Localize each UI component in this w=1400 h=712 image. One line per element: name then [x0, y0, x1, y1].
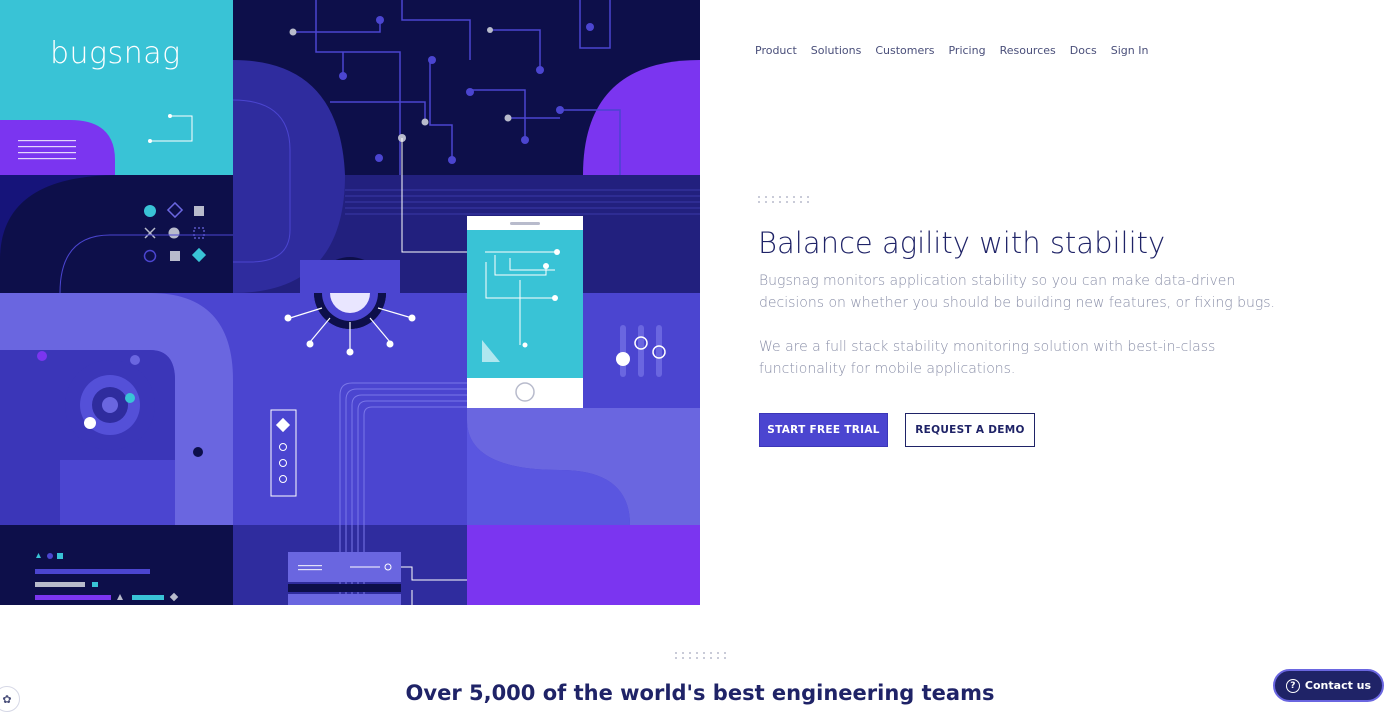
- nav-item-solutions[interactable]: Solutions: [811, 44, 862, 57]
- nav-item-resources[interactable]: Resources: [1000, 44, 1056, 57]
- nav-item-docs[interactable]: Docs: [1070, 44, 1097, 57]
- request-demo-button[interactable]: REQUEST A DEMO: [905, 413, 1035, 447]
- main-nav: Product Solutions Customers Pricing Reso…: [755, 44, 1162, 57]
- hero-description-secondary: We are a full stack stability monitoring…: [759, 339, 1216, 377]
- nav-item-customers[interactable]: Customers: [875, 44, 934, 57]
- hero-illustration: [0, 0, 700, 605]
- contact-us-label: Contact us: [1304, 679, 1372, 692]
- nav-item-sign-in[interactable]: Sign In: [1111, 44, 1149, 57]
- dot-pattern-decoration: [758, 196, 811, 203]
- contact-us-button[interactable]: ? Contact us: [1273, 669, 1384, 702]
- hero-headline: Balance agility with stability: [758, 226, 1166, 260]
- accessibility-widget-icon[interactable]: ✿: [0, 686, 20, 712]
- bugsnag-logo[interactable]: bugsnag: [50, 36, 181, 71]
- social-proof-heading: Over 5,000 of the world's best engineeri…: [405, 681, 995, 705]
- question-circle-icon: ?: [1285, 678, 1300, 693]
- nav-item-pricing[interactable]: Pricing: [948, 44, 985, 57]
- hero-description: Bugsnag monitors application stability s…: [759, 273, 1275, 311]
- nav-item-product[interactable]: Product: [755, 44, 797, 57]
- dot-pattern-decoration-bottom: [675, 652, 728, 659]
- start-free-trial-button[interactable]: START FREE TRIAL: [759, 413, 888, 447]
